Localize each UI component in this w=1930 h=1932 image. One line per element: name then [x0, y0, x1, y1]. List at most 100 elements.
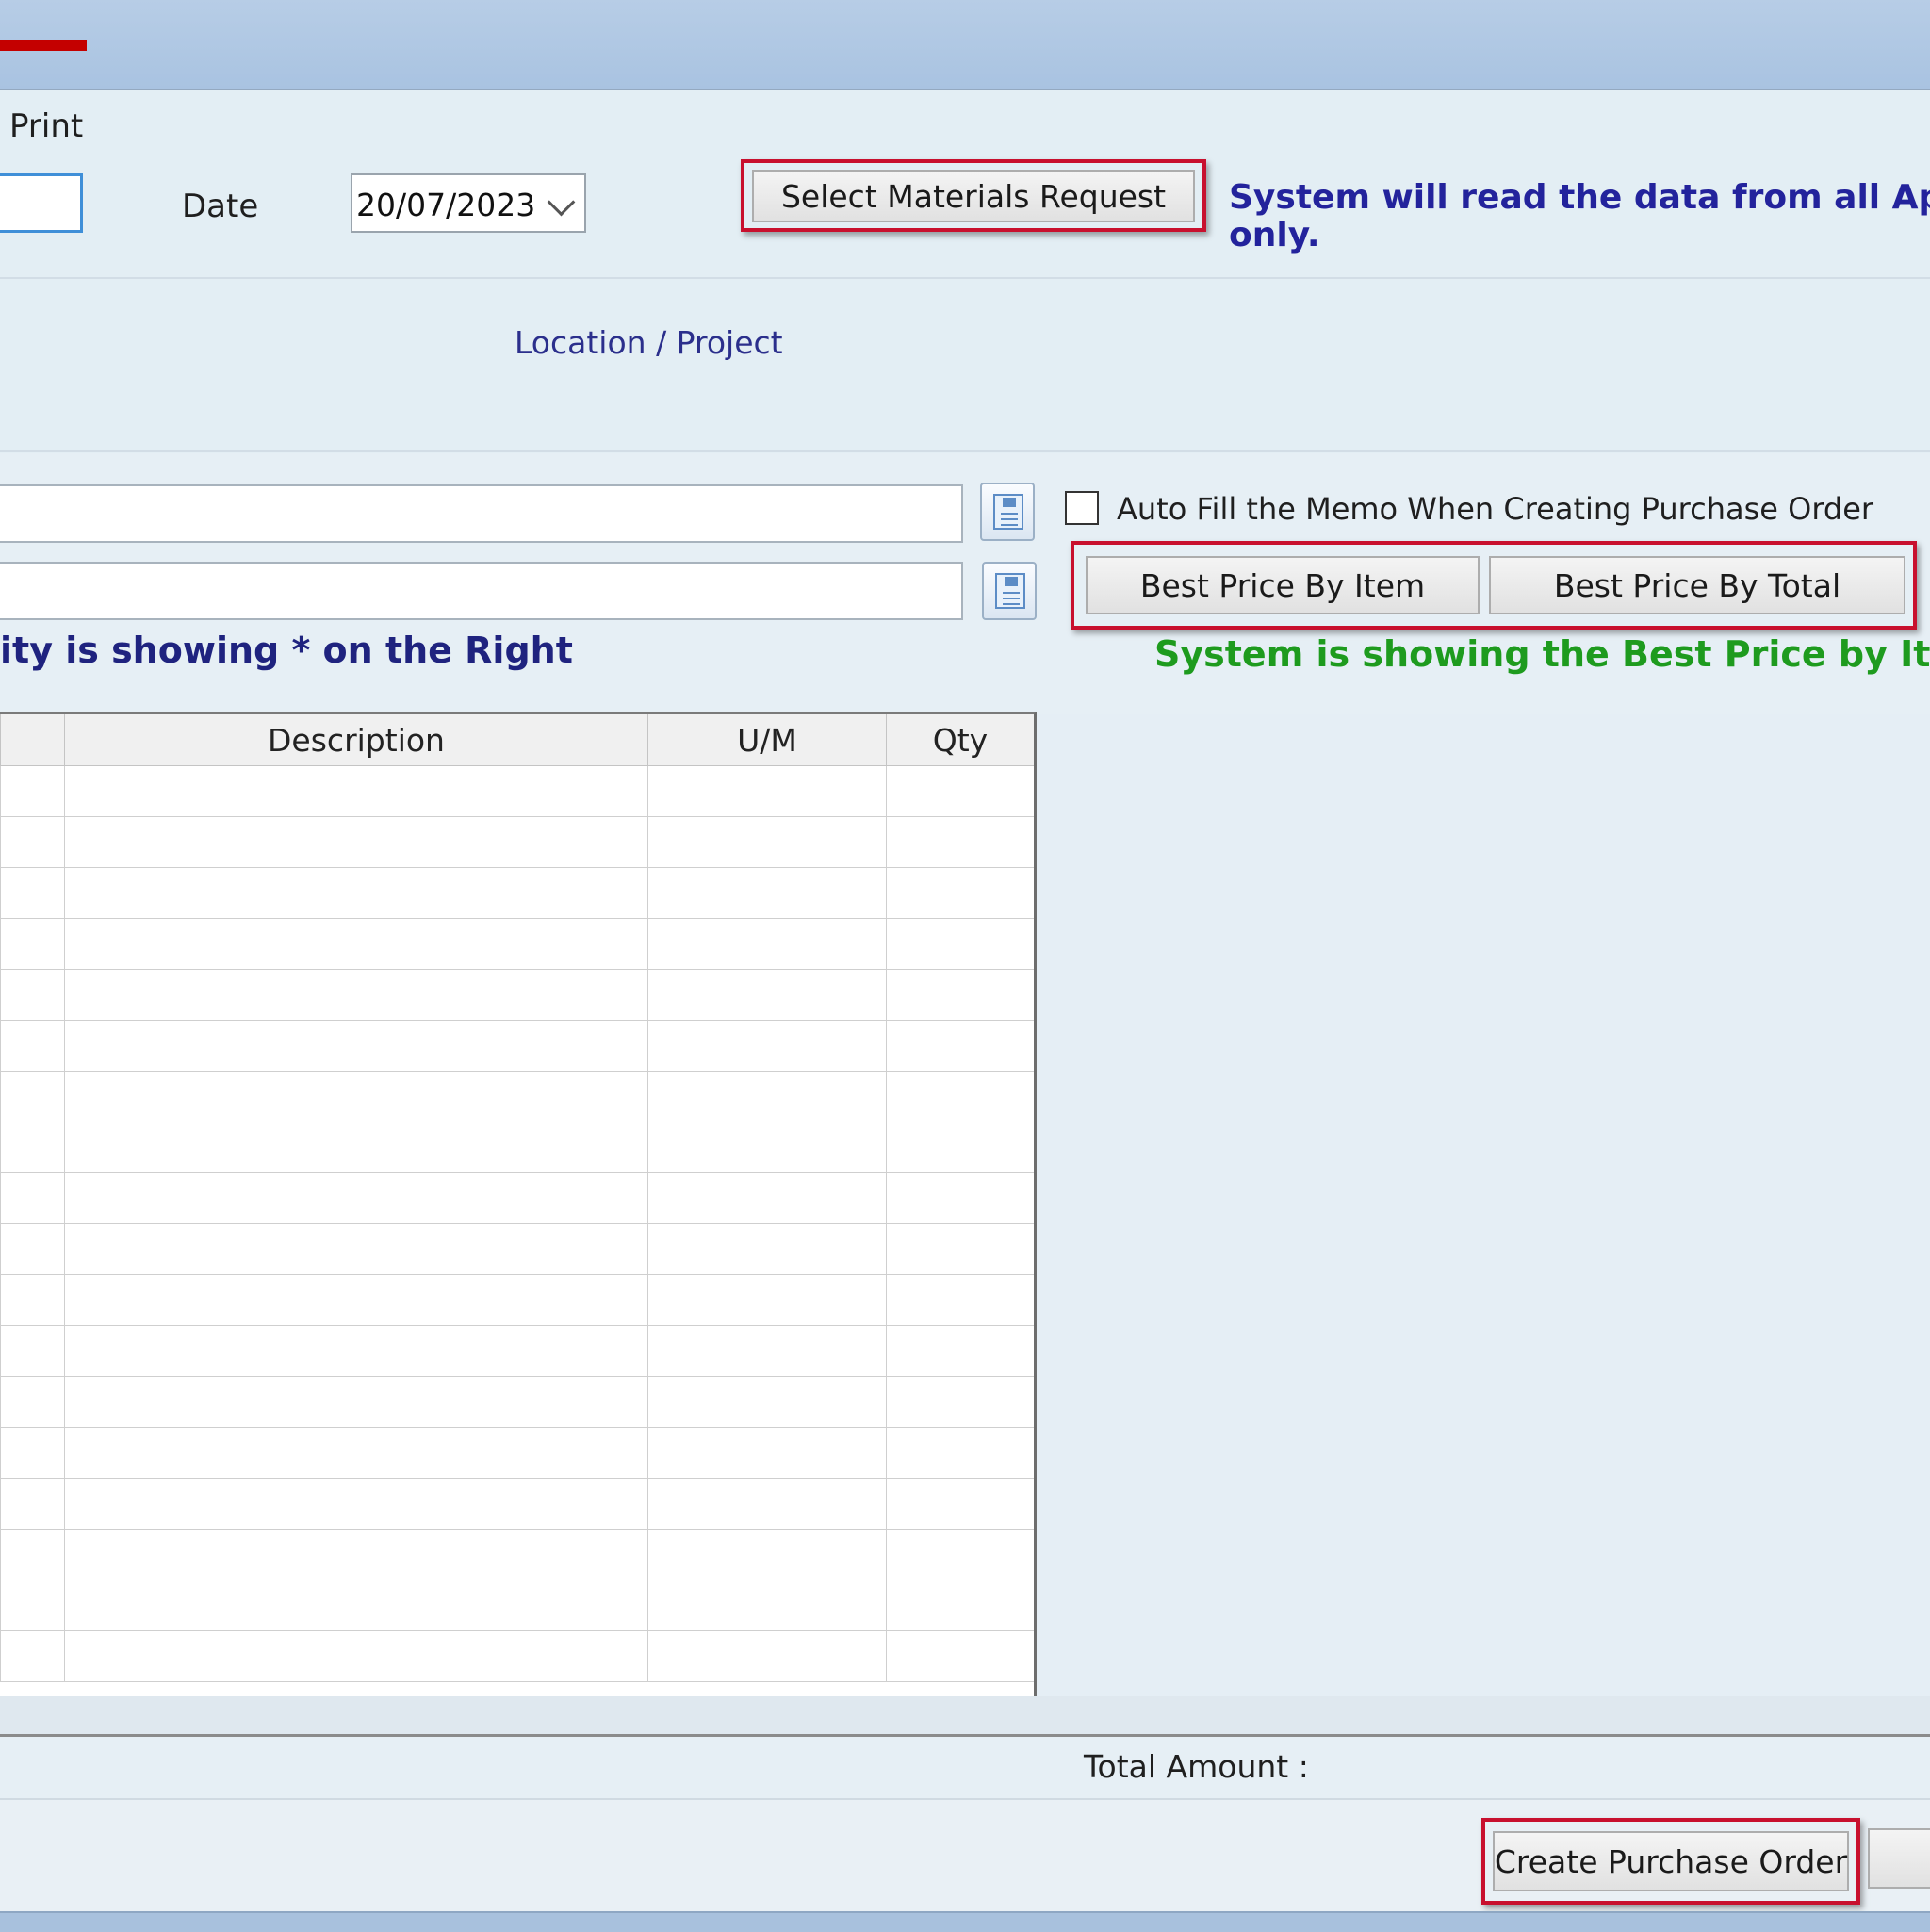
table-cell[interactable] [886, 1529, 1034, 1580]
table-cell[interactable] [647, 1630, 887, 1682]
table-cell[interactable] [0, 1325, 65, 1377]
table-cell[interactable] [647, 1020, 887, 1072]
table-cell[interactable] [886, 867, 1034, 919]
table-cell[interactable] [886, 1071, 1034, 1122]
table-cell[interactable] [886, 1376, 1034, 1428]
table-cell[interactable] [0, 1122, 65, 1173]
table-row[interactable] [0, 1071, 1034, 1122]
table-cell[interactable] [647, 1274, 887, 1326]
items-grid[interactable]: Description U/M Qty [0, 712, 1037, 1696]
table-cell[interactable] [64, 918, 648, 970]
table-row[interactable] [0, 765, 1034, 817]
table-cell[interactable] [0, 969, 65, 1021]
table-cell[interactable] [64, 1274, 648, 1326]
table-row[interactable] [0, 867, 1034, 919]
table-cell[interactable] [647, 1122, 887, 1173]
table-row[interactable] [0, 1172, 1034, 1224]
table-row[interactable] [0, 1020, 1034, 1072]
table-cell[interactable] [647, 765, 887, 817]
table-cell[interactable] [0, 1223, 65, 1275]
autofill-memo-checkbox[interactable] [1065, 491, 1099, 525]
table-row[interactable] [0, 1122, 1034, 1173]
table-cell[interactable] [886, 1325, 1034, 1377]
table-cell[interactable] [64, 1223, 648, 1275]
table-cell[interactable] [64, 1172, 648, 1224]
column-header-um[interactable]: U/M [647, 714, 887, 766]
table-cell[interactable] [0, 1020, 65, 1072]
table-row[interactable] [0, 1325, 1034, 1377]
table-cell[interactable] [886, 1274, 1034, 1326]
table-row[interactable] [0, 1529, 1034, 1580]
table-cell[interactable] [64, 1325, 648, 1377]
table-cell[interactable] [0, 918, 65, 970]
table-cell[interactable] [886, 969, 1034, 1021]
save-icon[interactable] [982, 562, 1037, 620]
table-cell[interactable] [64, 867, 648, 919]
table-row[interactable] [0, 1630, 1034, 1682]
table-cell[interactable] [886, 765, 1034, 817]
memo-input-1[interactable] [0, 484, 963, 543]
column-header-description[interactable]: Description [64, 714, 648, 766]
table-cell[interactable] [64, 1376, 648, 1428]
table-row[interactable] [0, 918, 1034, 970]
table-cell[interactable] [0, 1376, 65, 1428]
table-cell[interactable] [0, 1478, 65, 1530]
table-cell[interactable] [0, 1580, 65, 1631]
document-number-input[interactable] [0, 173, 83, 233]
create-purchase-order-button[interactable]: Create Purchase Order [1493, 1831, 1849, 1891]
table-cell[interactable] [64, 1529, 648, 1580]
table-cell[interactable] [64, 1427, 648, 1479]
table-cell[interactable] [0, 867, 65, 919]
save-icon[interactable] [980, 483, 1035, 541]
table-cell[interactable] [647, 1172, 887, 1224]
table-cell[interactable] [886, 1223, 1034, 1275]
table-row[interactable] [0, 1427, 1034, 1479]
table-cell[interactable] [0, 1630, 65, 1682]
table-row[interactable] [0, 816, 1034, 868]
table-cell[interactable] [647, 1223, 887, 1275]
table-cell[interactable] [64, 1122, 648, 1173]
memo-input-2[interactable] [0, 562, 963, 620]
column-header-qty[interactable]: Qty [886, 714, 1034, 766]
table-cell[interactable] [647, 1478, 887, 1530]
secondary-action-button[interactable] [1868, 1828, 1930, 1889]
column-header-row-select[interactable] [0, 714, 65, 766]
table-cell[interactable] [886, 1122, 1034, 1173]
table-cell[interactable] [647, 816, 887, 868]
table-cell[interactable] [886, 1427, 1034, 1479]
date-picker[interactable]: 20/07/2023 [351, 173, 586, 233]
table-cell[interactable] [647, 1376, 887, 1428]
best-price-by-item-button[interactable]: Best Price By Item [1086, 556, 1480, 614]
table-cell[interactable] [0, 765, 65, 817]
table-cell[interactable] [647, 1580, 887, 1631]
chevron-down-icon[interactable] [547, 188, 576, 217]
table-cell[interactable] [64, 765, 648, 817]
best-price-by-total-button[interactable]: Best Price By Total [1489, 556, 1905, 614]
table-cell[interactable] [647, 1071, 887, 1122]
select-materials-request-button[interactable]: Select Materials Request [752, 170, 1195, 222]
table-row[interactable] [0, 1580, 1034, 1631]
table-cell[interactable] [64, 1020, 648, 1072]
table-cell[interactable] [647, 1325, 887, 1377]
table-cell[interactable] [886, 816, 1034, 868]
table-cell[interactable] [647, 1427, 887, 1479]
table-row[interactable] [0, 1376, 1034, 1428]
table-cell[interactable] [647, 1529, 887, 1580]
table-cell[interactable] [0, 1172, 65, 1224]
table-cell[interactable] [0, 1427, 65, 1479]
table-cell[interactable] [64, 816, 648, 868]
table-cell[interactable] [886, 1020, 1034, 1072]
table-cell[interactable] [886, 1478, 1034, 1530]
table-cell[interactable] [64, 1478, 648, 1530]
table-cell[interactable] [64, 1630, 648, 1682]
table-row[interactable] [0, 1223, 1034, 1275]
table-cell[interactable] [647, 867, 887, 919]
table-cell[interactable] [64, 1580, 648, 1631]
print-menu-item[interactable]: Print [9, 107, 83, 145]
table-cell[interactable] [64, 969, 648, 1021]
table-cell[interactable] [0, 816, 65, 868]
table-cell[interactable] [0, 1529, 65, 1580]
table-row[interactable] [0, 1478, 1034, 1530]
table-row[interactable] [0, 1274, 1034, 1326]
horizontal-scrollbar[interactable] [0, 1696, 1930, 1737]
